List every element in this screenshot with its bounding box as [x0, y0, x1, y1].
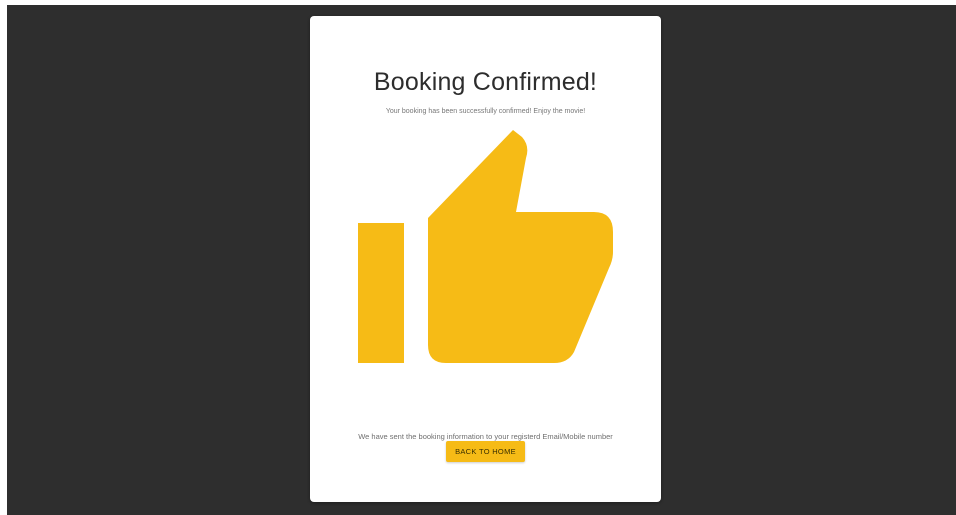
- back-to-home-button[interactable]: BACK TO HOME: [446, 441, 525, 462]
- thumbs-up-cuff: [358, 223, 404, 363]
- thumbs-up-icon: [358, 130, 613, 363]
- booking-info-text: We have sent the booking information to …: [358, 432, 613, 441]
- confirmation-subtitle: Your booking has been successfully confi…: [385, 108, 586, 115]
- page-title: Booking Confirmed!: [373, 68, 598, 96]
- thumbs-up-hand: [428, 130, 613, 363]
